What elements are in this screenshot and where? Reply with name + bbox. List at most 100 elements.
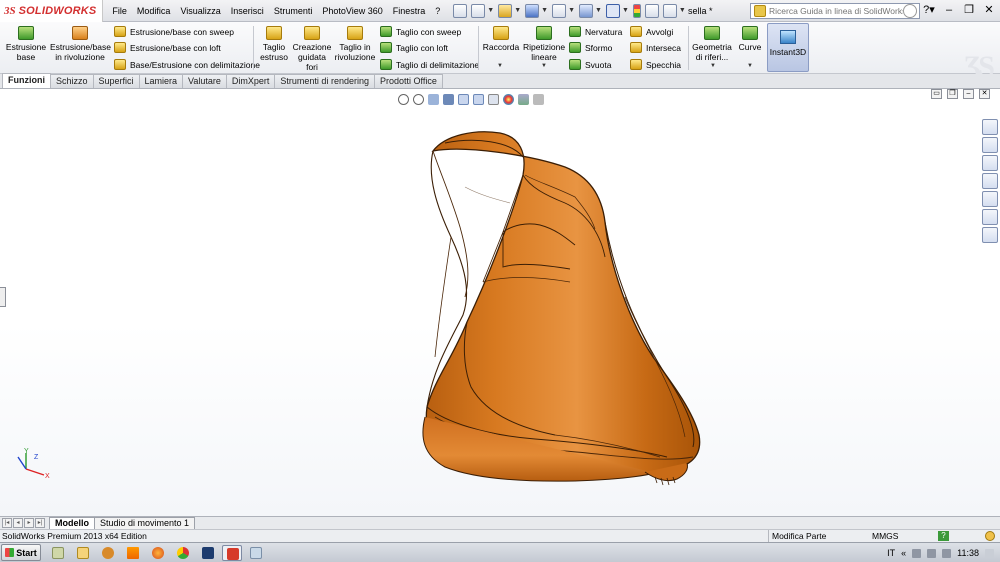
extruded-cut-button[interactable]: Taglio estruso bbox=[257, 26, 291, 62]
menu-inserisci[interactable]: Inserisci bbox=[226, 0, 269, 22]
file-properties-icon[interactable] bbox=[644, 3, 659, 18]
view-palette-icon[interactable] bbox=[982, 191, 998, 207]
print-icon[interactable] bbox=[552, 3, 567, 18]
restore-icon[interactable]: ❐ bbox=[962, 3, 976, 16]
taskbar-headphones[interactable] bbox=[98, 545, 118, 561]
quick-tips-help-icon[interactable]: ? bbox=[938, 531, 949, 541]
chevron-down-icon[interactable]: ▼ bbox=[595, 7, 602, 14]
design-library-icon[interactable] bbox=[982, 137, 998, 153]
fillet-button[interactable]: Raccorda bbox=[482, 26, 520, 52]
boundary-cut-button[interactable]: Taglio di delimitazione bbox=[380, 59, 479, 70]
hide-show-items-icon[interactable] bbox=[488, 94, 499, 105]
instant3d-button[interactable]: Instant3D bbox=[767, 23, 809, 72]
show-hidden-icons-icon[interactable]: « bbox=[901, 548, 906, 558]
select-cursor-icon[interactable] bbox=[605, 3, 620, 18]
custom-properties-icon[interactable] bbox=[982, 227, 998, 243]
signal-icon[interactable] bbox=[927, 548, 937, 558]
undo-icon[interactable] bbox=[579, 3, 593, 18]
menu-file[interactable]: File bbox=[107, 0, 132, 22]
taskbar-media-player[interactable] bbox=[73, 545, 93, 561]
saddle-3d-model[interactable] bbox=[405, 117, 715, 497]
minimize-icon[interactable]: – bbox=[942, 4, 956, 16]
tab-prodotti-office[interactable]: Prodotti Office bbox=[373, 74, 443, 88]
file-explorer-icon[interactable] bbox=[982, 155, 998, 171]
units-selector[interactable]: MMGS bbox=[872, 530, 898, 542]
intersect-button[interactable]: Interseca bbox=[630, 42, 681, 53]
tab-schizzo[interactable]: Schizzo bbox=[50, 74, 94, 88]
taskbar-solidworks[interactable] bbox=[222, 545, 242, 561]
taskbar-chrome[interactable] bbox=[173, 545, 193, 561]
lofted-cut-button[interactable]: Taglio con loft bbox=[380, 42, 448, 53]
lofted-boss-button[interactable]: Estrusione/base con loft bbox=[114, 42, 221, 53]
chevron-down-icon[interactable]: ▼ bbox=[487, 7, 494, 14]
minimize-icon[interactable]: – bbox=[963, 89, 974, 99]
search-input[interactable] bbox=[769, 6, 903, 16]
graphics-area[interactable]: ▭ ❐ – ✕ Y X Z bbox=[0, 89, 1000, 516]
taskbar-vlc[interactable] bbox=[123, 545, 143, 561]
hole-wizard-button[interactable]: Creazione guidata fori bbox=[292, 26, 332, 72]
save-icon[interactable] bbox=[525, 3, 540, 18]
menu-photoview[interactable]: PhotoView 360 bbox=[317, 0, 387, 22]
prev-tab-icon[interactable]: ◂ bbox=[13, 518, 23, 528]
display-style-icon[interactable] bbox=[473, 94, 484, 105]
draft-button[interactable]: Sformo bbox=[569, 42, 612, 53]
tab-modello[interactable]: Modello bbox=[49, 517, 95, 529]
wrap-button[interactable]: Avvolgi bbox=[630, 26, 673, 37]
restore-icon[interactable]: ▭ bbox=[931, 89, 942, 99]
fillet-dropdown-icon[interactable]: ▼ bbox=[497, 63, 503, 69]
tab-valutare[interactable]: Valutare bbox=[182, 74, 227, 88]
volume-icon[interactable] bbox=[942, 548, 952, 558]
chevron-down-icon[interactable]: ▼ bbox=[622, 7, 629, 14]
boundary-boss-button[interactable]: Base/Estrusione con delimitazione bbox=[114, 59, 260, 70]
folder-icon[interactable] bbox=[982, 173, 998, 189]
view-orientation-icon[interactable] bbox=[458, 94, 469, 105]
rebuild-traffic-light-icon[interactable] bbox=[632, 3, 641, 18]
zoom-to-fit-icon[interactable] bbox=[398, 94, 409, 105]
tab-dimxpert[interactable]: DimXpert bbox=[225, 74, 276, 88]
section-view-icon[interactable] bbox=[443, 94, 454, 105]
reference-geometry-dropdown-icon[interactable]: ▼ bbox=[710, 63, 716, 69]
revolve-boss-button[interactable]: Estrusione/base in rivoluzione bbox=[50, 26, 111, 62]
taskbar-explorer[interactable] bbox=[48, 545, 68, 561]
open-folder-icon[interactable] bbox=[498, 3, 513, 18]
menu-help[interactable]: ? bbox=[430, 0, 445, 22]
edit-appearance-icon[interactable] bbox=[503, 94, 514, 105]
close-icon[interactable]: ✕ bbox=[982, 3, 996, 16]
new-document-icon[interactable] bbox=[471, 3, 486, 18]
menu-visualizza[interactable]: Visualizza bbox=[175, 0, 225, 22]
reference-geometry-button[interactable]: Geometria di riferi... bbox=[690, 26, 734, 62]
last-tab-icon[interactable]: ▸| bbox=[35, 518, 45, 528]
help-dropdown-icon[interactable]: ?▾ bbox=[922, 3, 936, 16]
tab-studio-movimento[interactable]: Studio di movimento 1 bbox=[94, 517, 196, 529]
tab-lamiera[interactable]: Lamiera bbox=[138, 74, 184, 88]
language-indicator[interactable]: IT bbox=[887, 548, 895, 558]
curves-button[interactable]: Curve bbox=[736, 26, 764, 52]
tab-funzioni[interactable]: Funzioni bbox=[2, 73, 51, 88]
menu-modifica[interactable]: Modifica bbox=[132, 0, 176, 22]
zoom-to-area-icon[interactable] bbox=[413, 94, 424, 105]
swept-cut-button[interactable]: Taglio con sweep bbox=[380, 26, 461, 37]
feature-manager-expand-handle[interactable] bbox=[0, 287, 6, 307]
taskbar-firefox[interactable] bbox=[148, 545, 168, 561]
chevron-down-icon[interactable]: ▼ bbox=[679, 7, 686, 14]
network-icon[interactable] bbox=[912, 548, 922, 558]
tile-icon[interactable]: ❐ bbox=[947, 89, 958, 99]
rib-button[interactable]: Nervatura bbox=[569, 26, 622, 37]
shell-button[interactable]: Svuota bbox=[569, 59, 611, 70]
linear-pattern-button[interactable]: Ripetizione lineare bbox=[523, 26, 565, 62]
rebuild-status-icon[interactable] bbox=[985, 531, 995, 541]
menu-strumenti[interactable]: Strumenti bbox=[269, 0, 318, 22]
clock-text[interactable]: 11:38 bbox=[957, 548, 979, 558]
close-icon[interactable]: ✕ bbox=[979, 89, 990, 99]
chevron-down-icon[interactable]: ▼ bbox=[541, 7, 548, 14]
show-desktop-icon[interactable] bbox=[985, 548, 994, 558]
pattern-dropdown-icon[interactable]: ▼ bbox=[541, 63, 547, 69]
first-tab-icon[interactable]: |◂ bbox=[2, 518, 12, 528]
tab-superfici[interactable]: Superfici bbox=[92, 74, 140, 88]
pin-icon[interactable] bbox=[453, 3, 468, 18]
apply-scene-icon[interactable] bbox=[518, 94, 529, 105]
swept-boss-button[interactable]: Estrusione/base con sweep bbox=[114, 26, 234, 37]
solidworks-resources-icon[interactable] bbox=[982, 119, 998, 135]
curves-dropdown-icon[interactable]: ▼ bbox=[747, 63, 753, 69]
options-icon[interactable] bbox=[662, 3, 677, 18]
